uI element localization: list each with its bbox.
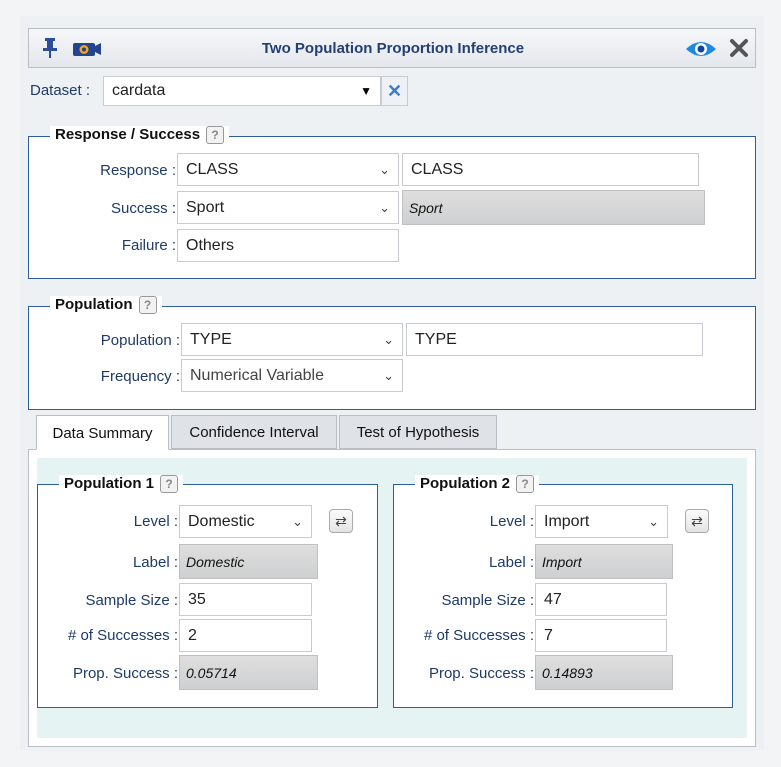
pop2-swap-button[interactable]: ⇄: [685, 509, 709, 533]
pop2-level-label: Level :: [489, 513, 534, 530]
pop2-successes-field[interactable]: 7: [535, 619, 667, 652]
pop2-level-value: Import: [544, 513, 590, 530]
pop1-label-label: Label :: [132, 554, 178, 571]
pop2-successes-label: # of Successes :: [423, 627, 534, 644]
pop2-prop-display: 0.14893: [535, 655, 673, 690]
pop1-prop-display: 0.05714: [179, 655, 318, 690]
frequency-select[interactable]: Numerical Variable ⌄: [181, 359, 403, 392]
close-icon[interactable]: [729, 37, 749, 63]
population-legend: Population?: [50, 296, 162, 315]
help-icon[interactable]: ?: [516, 475, 534, 494]
tab-confidence-interval[interactable]: Confidence Interval: [171, 415, 337, 449]
pop1-successes-field[interactable]: 2: [179, 619, 312, 652]
pop1-prop-label: Prop. Success :: [72, 665, 178, 682]
chevron-down-icon: ⌄: [379, 162, 390, 177]
population-1-legend-text: Population 1: [64, 475, 154, 492]
pop1-level-select[interactable]: Domestic ⌄: [179, 505, 312, 538]
dataset-value: cardata: [112, 82, 166, 99]
swap-icon: ⇄: [691, 513, 703, 529]
response-select[interactable]: CLASS ⌄: [177, 153, 399, 186]
population-text-field[interactable]: TYPE: [406, 323, 703, 356]
response-text-field[interactable]: CLASS: [402, 153, 699, 186]
frequency-label: Frequency :: [100, 368, 180, 385]
pop1-level-label: Level :: [133, 513, 178, 530]
dataset-label: Dataset :: [30, 82, 91, 99]
pop2-label-display: Import: [535, 544, 673, 579]
caret-down-icon: ▼: [360, 84, 372, 98]
success-select[interactable]: Sport ⌄: [177, 191, 399, 224]
x-icon: ✕: [386, 81, 403, 101]
clear-dataset-button[interactable]: ✕: [381, 76, 408, 106]
frequency-select-value: Numerical Variable: [190, 367, 324, 384]
pop1-size-label: Sample Size :: [85, 592, 178, 609]
population-2-legend: Population 2?: [415, 475, 539, 494]
pop2-size-label: Sample Size :: [441, 592, 534, 609]
population-2-legend-text: Population 2: [420, 475, 510, 492]
chevron-down-icon: ⌄: [383, 368, 394, 383]
help-icon[interactable]: ?: [206, 126, 225, 145]
pop2-sample-size-field[interactable]: 47: [535, 583, 667, 616]
dataset-select[interactable]: cardata ▼: [103, 76, 381, 106]
pop2-prop-label: Prop. Success :: [428, 665, 534, 682]
population-label: Population :: [100, 332, 180, 349]
chevron-down-icon: ⌄: [383, 332, 394, 347]
pop1-swap-button[interactable]: ⇄: [329, 509, 353, 533]
population-fieldset: [28, 306, 756, 410]
pop1-successes-label: # of Successes :: [67, 627, 178, 644]
success-display: Sport: [402, 190, 705, 225]
tab-data-summary[interactable]: Data Summary: [36, 415, 169, 450]
chevron-down-icon: ⌄: [292, 514, 303, 529]
population-legend-text: Population: [55, 296, 133, 313]
pop1-label-display: Domestic: [179, 544, 318, 579]
response-select-value: CLASS: [186, 161, 239, 178]
title-bar: Two Population Proportion Inference: [28, 28, 756, 68]
population-select[interactable]: TYPE ⌄: [181, 323, 403, 356]
swap-icon: ⇄: [335, 513, 347, 529]
pop1-level-value: Domestic: [188, 513, 255, 530]
failure-field[interactable]: Others: [177, 229, 399, 262]
pop2-level-select[interactable]: Import ⌄: [535, 505, 668, 538]
window-title: Two Population Proportion Inference: [261, 40, 525, 57]
pop2-label-label: Label :: [488, 554, 534, 571]
pop1-sample-size-field[interactable]: 35: [179, 583, 312, 616]
success-label: Success :: [110, 200, 176, 217]
tab-test-of-hypothesis[interactable]: Test of Hypothesis: [339, 415, 497, 449]
response-success-legend: Response / Success?: [50, 126, 230, 145]
success-select-value: Sport: [186, 199, 225, 216]
chevron-down-icon: ⌄: [648, 514, 659, 529]
population-select-value: TYPE: [190, 331, 232, 348]
failure-label: Failure :: [121, 237, 176, 254]
eye-icon[interactable]: [685, 39, 717, 63]
response-label: Response :: [100, 162, 176, 179]
response-success-legend-text: Response / Success: [55, 126, 201, 143]
help-icon[interactable]: ?: [138, 296, 157, 315]
population-1-legend: Population 1?: [59, 475, 183, 494]
chevron-down-icon: ⌄: [379, 200, 390, 215]
help-icon[interactable]: ?: [160, 475, 178, 494]
